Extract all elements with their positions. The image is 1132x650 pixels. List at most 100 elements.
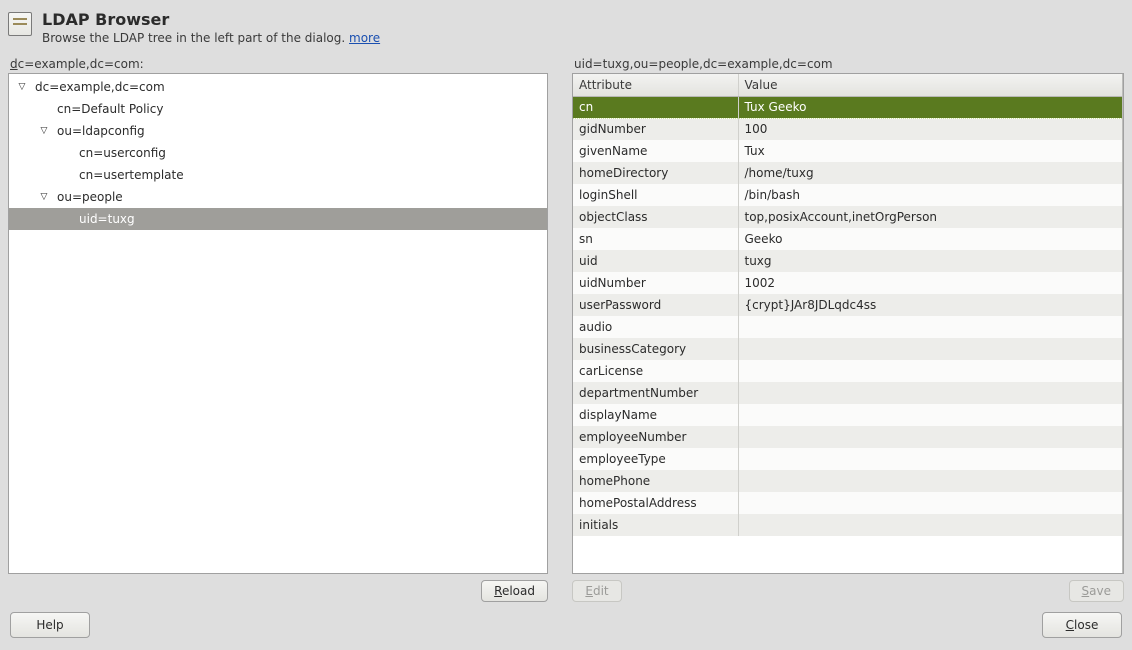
tree-item[interactable]: ▽cn=userconfig [9,142,547,164]
attribute-value-cell [738,470,1122,492]
expander-open-icon[interactable]: ▽ [37,192,51,202]
attribute-value-cell [738,338,1122,360]
attribute-value-cell [738,360,1122,382]
attribute-row[interactable]: uidtuxg [573,250,1122,272]
attribute-value-cell: 1002 [738,272,1122,294]
attribute-row[interactable]: objectClasstop,posixAccount,inetOrgPerso… [573,206,1122,228]
tree-label: dc=example,dc=com: [8,53,548,73]
expander-open-icon[interactable]: ▽ [15,82,29,92]
attribute-table[interactable]: Attribute Value cnTux GeekogidNumber100g… [573,74,1122,536]
attribute-name-cell: cn [573,96,738,118]
attribute-name-cell: loginShell [573,184,738,206]
attribute-value-cell: /bin/bash [738,184,1122,206]
attribute-value-cell [738,316,1122,338]
tree-item-label: uid=tuxg [79,212,135,226]
attribute-row[interactable]: displayName [573,404,1122,426]
ldap-tree[interactable]: ▽dc=example,dc=com▽cn=Default Policy▽ou=… [8,73,548,574]
attribute-name-cell: displayName [573,404,738,426]
entry-dn-label: uid=tuxg,ou=people,dc=example,dc=com [572,53,1124,73]
tree-item[interactable]: ▽uid=tuxg [9,208,547,230]
attribute-row[interactable]: carLicense [573,360,1122,382]
tree-item[interactable]: ▽cn=usertemplate [9,164,547,186]
attribute-name-cell: employeeType [573,448,738,470]
attribute-value-cell: Geeko [738,228,1122,250]
tree-footer: Reload [8,574,548,602]
attribute-row[interactable]: homePostalAddress [573,492,1122,514]
attribute-name-cell: sn [573,228,738,250]
attribute-table-frame: Attribute Value cnTux GeekogidNumber100g… [572,73,1124,574]
bottom-bar: Help Close [6,602,1126,642]
edit-label: dit [593,584,609,598]
edit-button: Edit [572,580,622,602]
reload-button[interactable]: Reload [481,580,548,602]
close-accel: C [1066,618,1074,632]
reload-label: eload [502,584,535,598]
attribute-row[interactable]: audio [573,316,1122,338]
attribute-table-scroll[interactable]: Attribute Value cnTux GeekogidNumber100g… [573,74,1122,573]
attribute-name-cell: departmentNumber [573,382,738,404]
attribute-name-cell: initials [573,514,738,536]
tree-item[interactable]: ▽ ou=people [9,186,547,208]
tree-label-text: c=example,dc=com: [18,57,144,71]
dialog-subtitle-text: Browse the LDAP tree in the left part of… [42,31,349,45]
attribute-row[interactable]: givenNameTux [573,140,1122,162]
dialog-header-text: LDAP Browser Browse the LDAP tree in the… [42,10,380,45]
attribute-row[interactable]: userPassword{crypt}JAr8JDLqdc4ss [573,294,1122,316]
edit-accel: E [585,584,593,598]
attribute-name-cell: uid [573,250,738,272]
attribute-row[interactable]: uidNumber1002 [573,272,1122,294]
expander-open-icon[interactable]: ▽ [37,126,51,136]
tree-item-label: ou=people [57,190,123,204]
attribute-value-cell: 100 [738,118,1122,140]
attribute-row[interactable]: employeeType [573,448,1122,470]
tree-item-label: ou=ldapconfig [57,124,145,138]
attribute-header-row: Attribute Value [573,74,1122,96]
dialog-title: LDAP Browser [42,10,380,29]
attribute-row[interactable]: homeDirectory/home/tuxg [573,162,1122,184]
more-link[interactable]: more [349,31,380,45]
attribute-value-cell [738,382,1122,404]
attribute-name-cell: homePostalAddress [573,492,738,514]
close-button[interactable]: Close [1042,612,1122,638]
attribute-name-cell: gidNumber [573,118,738,140]
attribute-name-cell: carLicense [573,360,738,382]
tree-item-label: cn=usertemplate [79,168,184,182]
attribute-name-cell: userPassword [573,294,738,316]
tree-item[interactable]: ▽ ou=ldapconfig [9,120,547,142]
attribute-name-cell: objectClass [573,206,738,228]
help-button[interactable]: Help [10,612,90,638]
attribute-row[interactable]: businessCategory [573,338,1122,360]
attribute-row[interactable]: loginShell/bin/bash [573,184,1122,206]
dialog-icon [8,12,32,36]
attribute-value-cell: Tux Geeko [738,96,1122,118]
attribute-row[interactable]: homePhone [573,470,1122,492]
attribute-name-cell: givenName [573,140,738,162]
attribute-row[interactable]: gidNumber100 [573,118,1122,140]
attribute-pane: uid=tuxg,ou=people,dc=example,dc=com Att… [572,53,1124,602]
save-button: Save [1069,580,1124,602]
attribute-name-cell: audio [573,316,738,338]
attribute-row[interactable]: snGeeko [573,228,1122,250]
ldap-browser-window: LDAP Browser Browse the LDAP tree in the… [0,0,1132,650]
attribute-value-cell: Tux [738,140,1122,162]
attribute-value-cell [738,448,1122,470]
tree-item-label: cn=Default Policy [57,102,163,116]
attribute-value-cell: /home/tuxg [738,162,1122,184]
tree-item-label: cn=userconfig [79,146,166,160]
attribute-row[interactable]: initials [573,514,1122,536]
attribute-row[interactable]: departmentNumber [573,382,1122,404]
attribute-value-cell [738,514,1122,536]
tree-item[interactable]: ▽cn=Default Policy [9,98,547,120]
attribute-name-cell: uidNumber [573,272,738,294]
col-header-value[interactable]: Value [738,74,1122,96]
attribute-value-cell [738,492,1122,514]
attribute-row[interactable]: employeeNumber [573,426,1122,448]
scrollbar[interactable] [1122,74,1123,573]
tree-item-label: dc=example,dc=com [35,80,165,94]
tree-label-accel: d [10,57,18,71]
attribute-name-cell: homeDirectory [573,162,738,184]
tree-item[interactable]: ▽ dc=example,dc=com [9,76,547,98]
col-header-attribute[interactable]: Attribute [573,74,738,96]
attribute-value-cell: top,posixAccount,inetOrgPerson [738,206,1122,228]
attribute-row[interactable]: cnTux Geeko [573,96,1122,118]
